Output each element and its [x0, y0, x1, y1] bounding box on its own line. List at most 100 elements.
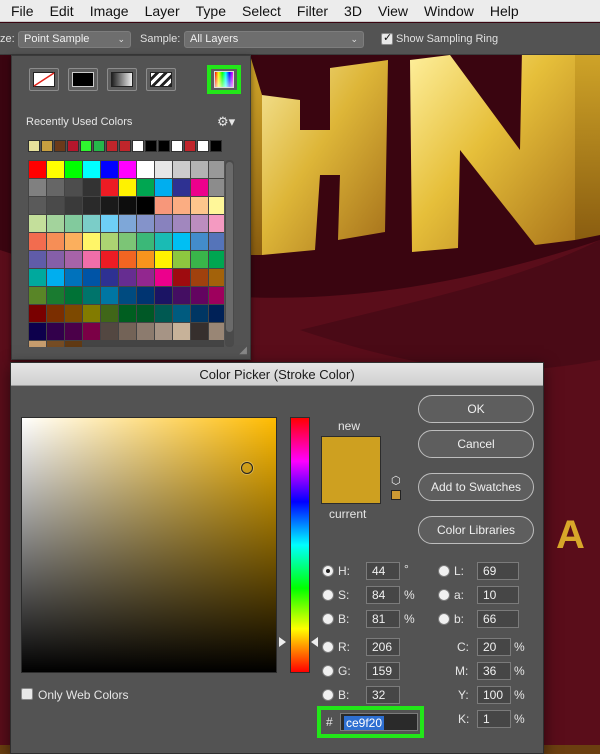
hue-slider-handle-right[interactable] — [311, 637, 318, 647]
color-swatch[interactable] — [137, 305, 154, 322]
menu-image[interactable]: Image — [82, 0, 137, 22]
color-swatch[interactable] — [137, 287, 154, 304]
color-swatch[interactable] — [209, 179, 224, 196]
brightness-field[interactable]: 81 — [366, 610, 400, 628]
recent-color-swatch[interactable] — [106, 140, 118, 152]
recent-color-swatch[interactable] — [28, 140, 40, 152]
color-swatch[interactable] — [65, 179, 82, 196]
color-swatch[interactable] — [29, 233, 46, 250]
color-swatch[interactable] — [173, 251, 190, 268]
color-swatch[interactable] — [29, 251, 46, 268]
color-swatch[interactable] — [191, 251, 208, 268]
saturation-field[interactable]: 84 — [366, 586, 400, 604]
gradient-button[interactable] — [107, 68, 137, 91]
color-swatch[interactable] — [47, 179, 64, 196]
color-swatch[interactable] — [29, 305, 46, 322]
new-color-swatch[interactable] — [321, 436, 381, 504]
color-swatch[interactable] — [47, 251, 64, 268]
color-swatch[interactable] — [101, 215, 118, 232]
color-swatch[interactable] — [173, 161, 190, 178]
color-swatch[interactable] — [173, 269, 190, 286]
color-swatch[interactable] — [155, 197, 172, 214]
color-swatch[interactable] — [101, 197, 118, 214]
black-field[interactable]: 1 — [477, 710, 511, 728]
color-swatch[interactable] — [47, 269, 64, 286]
color-swatch[interactable] — [191, 215, 208, 232]
color-swatch[interactable] — [119, 215, 136, 232]
color-swatch[interactable] — [119, 269, 136, 286]
color-swatch[interactable] — [29, 215, 46, 232]
cancel-button[interactable]: Cancel — [418, 430, 534, 458]
lab-l-field[interactable]: 69 — [477, 562, 519, 580]
color-swatch[interactable] — [101, 305, 118, 322]
color-swatch[interactable] — [47, 323, 64, 340]
color-swatch[interactable] — [155, 323, 172, 340]
recent-color-swatch[interactable] — [171, 140, 183, 152]
menu-type[interactable]: Type — [188, 0, 234, 22]
color-swatch[interactable] — [137, 179, 154, 196]
color-swatch[interactable] — [209, 197, 224, 214]
color-swatch[interactable] — [29, 269, 46, 286]
out-of-web-gamut-cube-icon[interactable]: ⬡ — [391, 474, 401, 487]
color-swatch[interactable] — [155, 305, 172, 322]
color-picker-button[interactable] — [207, 65, 241, 94]
color-swatch[interactable] — [209, 215, 224, 232]
color-swatch[interactable] — [29, 341, 46, 347]
recent-color-swatch[interactable] — [158, 140, 170, 152]
color-swatch[interactable] — [119, 323, 136, 340]
lab-a-radio[interactable] — [438, 589, 450, 601]
color-swatch[interactable] — [173, 305, 190, 322]
recent-color-swatch[interactable] — [67, 140, 79, 152]
color-swatch[interactable] — [137, 269, 154, 286]
brightness-radio[interactable] — [322, 613, 334, 625]
color-swatch[interactable] — [209, 323, 224, 340]
color-swatch[interactable] — [101, 251, 118, 268]
color-swatch[interactable] — [65, 305, 82, 322]
color-swatch[interactable] — [47, 341, 64, 347]
recent-color-swatch[interactable] — [197, 140, 209, 152]
green-field[interactable]: 159 — [366, 662, 400, 680]
show-sampling-ring-checkbox[interactable] — [381, 31, 393, 45]
saturation-radio[interactable] — [322, 589, 334, 601]
color-swatch[interactable] — [83, 233, 100, 250]
sample-size-select[interactable]: Point Sample ⌄ — [18, 31, 131, 48]
ok-button[interactable]: OK — [418, 395, 534, 423]
menu-help[interactable]: Help — [482, 0, 527, 22]
color-swatch[interactable] — [29, 179, 46, 196]
color-swatch[interactable] — [65, 269, 82, 286]
menu-3d[interactable]: 3D — [336, 0, 370, 22]
solid-color-button[interactable] — [68, 68, 98, 91]
sample-select[interactable]: All Layers ⌄ — [184, 31, 364, 48]
color-swatch[interactable] — [29, 287, 46, 304]
color-swatch[interactable] — [65, 251, 82, 268]
color-swatch[interactable] — [83, 251, 100, 268]
menu-edit[interactable]: Edit — [42, 0, 82, 22]
add-to-swatches-button[interactable]: Add to Swatches — [418, 473, 534, 501]
color-swatch[interactable] — [137, 323, 154, 340]
saturation-brightness-field[interactable] — [21, 417, 277, 673]
recent-color-swatch[interactable] — [145, 140, 157, 152]
color-swatch[interactable] — [119, 251, 136, 268]
recent-color-swatch[interactable] — [41, 140, 53, 152]
color-swatch[interactable] — [119, 161, 136, 178]
color-swatch[interactable] — [119, 305, 136, 322]
color-swatch[interactable] — [137, 251, 154, 268]
menu-file[interactable]: File — [0, 0, 42, 22]
color-swatch[interactable] — [209, 233, 224, 250]
resize-grip-icon[interactable]: ◢ — [239, 345, 247, 356]
color-swatch[interactable] — [173, 287, 190, 304]
color-swatch[interactable] — [47, 197, 64, 214]
color-swatch[interactable] — [155, 215, 172, 232]
only-web-colors-checkbox[interactable] — [21, 688, 33, 700]
color-field-cursor[interactable] — [241, 462, 253, 474]
color-swatch[interactable] — [209, 251, 224, 268]
scrollbar-thumb[interactable] — [226, 162, 233, 332]
menu-layer[interactable]: Layer — [137, 0, 188, 22]
menu-window[interactable]: Window — [416, 0, 482, 22]
color-swatch[interactable] — [29, 323, 46, 340]
color-swatch[interactable] — [155, 287, 172, 304]
color-swatch[interactable] — [191, 269, 208, 286]
color-swatch[interactable] — [83, 161, 100, 178]
swatch-scrollbar[interactable] — [225, 160, 234, 347]
color-swatch[interactable] — [155, 161, 172, 178]
